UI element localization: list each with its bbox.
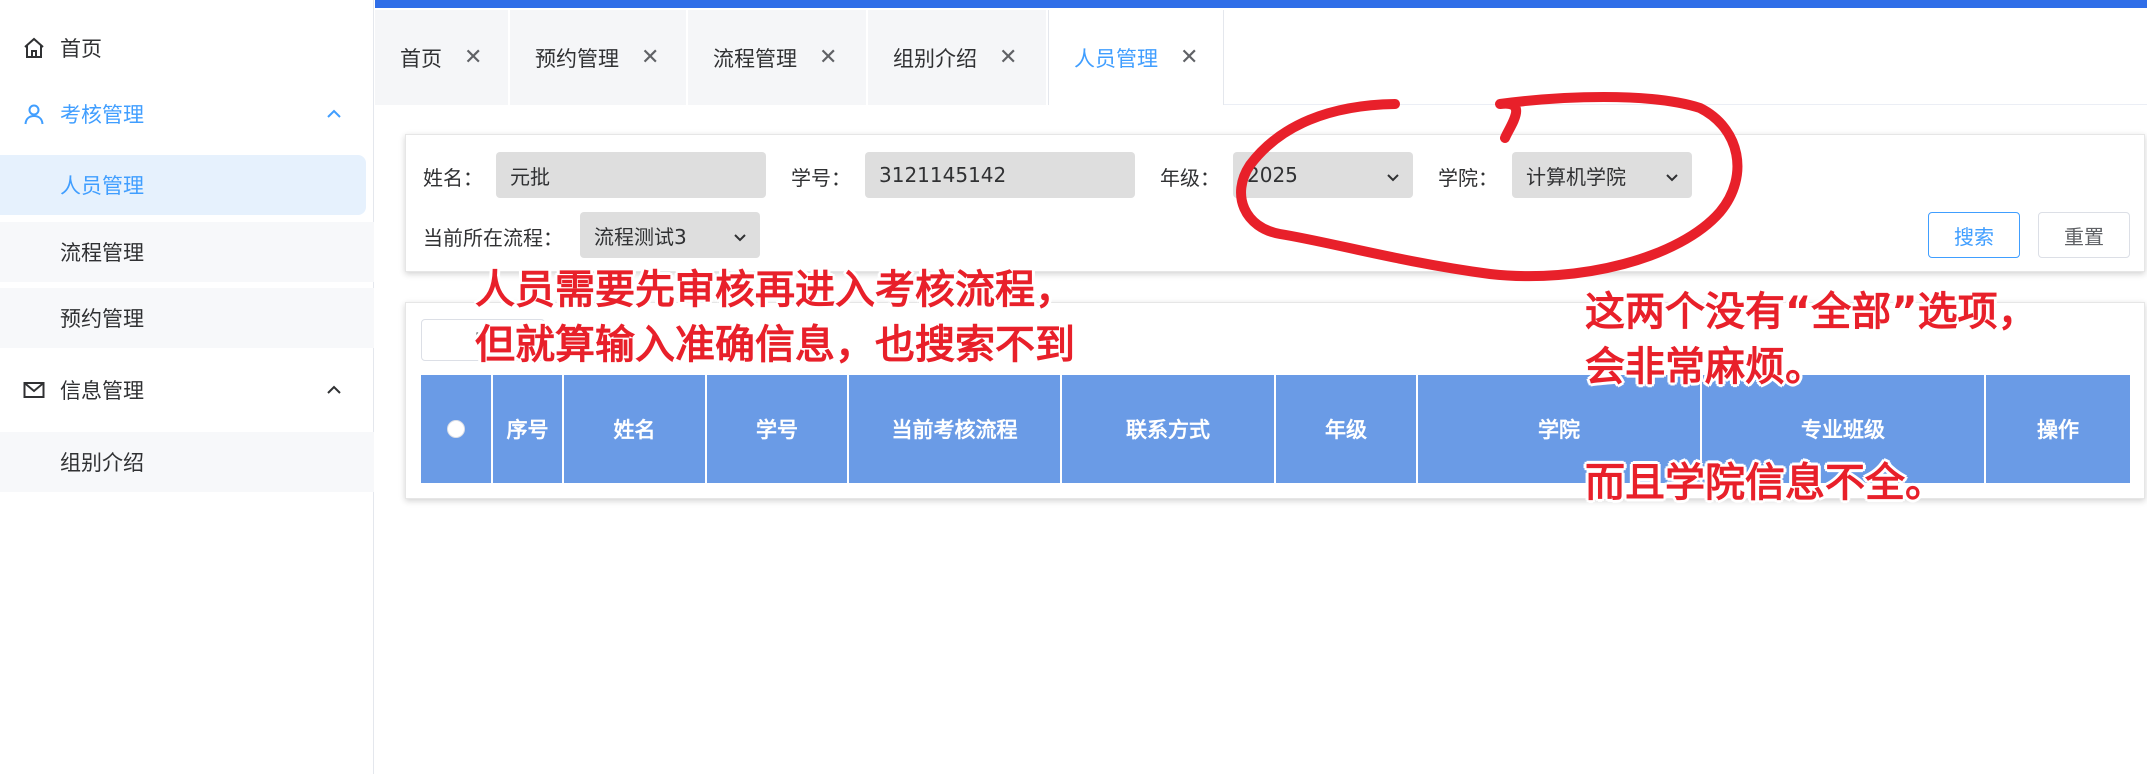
annotation-line: 这两个没有“全部”选项， [1585, 289, 2038, 335]
college-select-value: 计算机学院 [1526, 164, 1626, 189]
column-header: 当前考核流程 [849, 375, 1062, 483]
close-icon[interactable]: ✕ [641, 45, 659, 70]
select-all-cell[interactable] [421, 375, 493, 483]
sidebar-item-label: 人员管理 [60, 174, 144, 198]
sidebar-item-label: 预约管理 [60, 307, 144, 331]
student-id-input[interactable]: 3121145142 [865, 152, 1135, 198]
close-icon[interactable]: ✕ [464, 45, 482, 70]
chevron-down-icon [732, 226, 748, 242]
process-select[interactable]: 流程测试3 [580, 212, 760, 258]
process-label: 当前所在流程： [423, 226, 563, 250]
annotation-line: 会非常麻烦。 [1585, 344, 1825, 390]
process-select-value: 流程测试3 [594, 224, 687, 249]
tab-label: 流程管理 [713, 46, 797, 71]
column-header: 姓名 [564, 375, 707, 483]
sidebar-item-process[interactable]: 流程管理 [0, 222, 374, 282]
annotation-line: 但就算输入准确信息，也搜索不到 [475, 322, 1075, 368]
tab-label: 预约管理 [535, 46, 619, 71]
sidebar-item-label: 首页 [60, 37, 102, 61]
sidebar-item-label: 流程管理 [60, 241, 144, 265]
sidebar-item-group-intro[interactable]: 组别介绍 [0, 432, 374, 492]
sidebar-item-personnel[interactable]: 人员管理 [0, 155, 366, 215]
sidebar-group-label: 信息管理 [60, 379, 144, 403]
column-header: 学号 [707, 375, 849, 483]
tab-divider [1224, 104, 2147, 105]
column-header: 联系方式 [1062, 375, 1276, 483]
user-icon [22, 102, 46, 126]
chevron-up-icon [324, 104, 344, 124]
select-all-radio[interactable] [447, 420, 465, 438]
sidebar: 首页 考核管理 人员管理 流程管理 预约管理 信息管理 组别介绍 [0, 0, 374, 774]
sidebar-group-assessment[interactable]: 考核管理 [0, 84, 374, 144]
tab-label: 人员管理 [1074, 46, 1158, 71]
tab-home[interactable]: 首页 ✕ [375, 10, 510, 105]
close-icon[interactable]: ✕ [1180, 45, 1198, 70]
sidebar-item-appointment[interactable]: 预约管理 [0, 288, 374, 348]
tab-group-intro[interactable]: 组别介绍 ✕ [868, 10, 1048, 105]
tab-label: 组别介绍 [893, 46, 977, 71]
close-icon[interactable]: ✕ [999, 45, 1017, 70]
top-accent-bar [375, 0, 2147, 8]
grade-select-value: 2025 [1247, 163, 1298, 187]
tab-personnel[interactable]: 人员管理 ✕ [1048, 10, 1224, 105]
chevron-up-icon [324, 380, 344, 400]
annotation-college-incomplete: 而且学院信息不全。 [1585, 456, 1945, 511]
tab-bar: 首页 ✕ 预约管理 ✕ 流程管理 ✕ 组别介绍 ✕ 人员管理 ✕ [375, 10, 1224, 105]
home-icon [22, 36, 46, 60]
annotation-line: 而且学院信息不全。 [1585, 460, 1945, 506]
sidebar-item-home[interactable]: 首页 [0, 18, 374, 78]
tab-appointment[interactable]: 预约管理 ✕ [510, 10, 688, 105]
mail-icon [22, 378, 46, 402]
tab-label: 首页 [400, 46, 442, 71]
sidebar-group-info[interactable]: 信息管理 [0, 360, 374, 420]
annotation-search-issue: 人员需要先审核再进入考核流程， 但就算输入准确信息，也搜索不到 [475, 263, 1075, 373]
college-select[interactable]: 计算机学院 [1512, 152, 1692, 198]
sidebar-item-label: 组别介绍 [60, 451, 144, 475]
chevron-down-icon [1664, 166, 1680, 182]
grade-select[interactable]: 2025 [1233, 152, 1413, 198]
search-button[interactable]: 搜索 [1928, 212, 2020, 258]
sidebar-group-label: 考核管理 [60, 103, 144, 127]
annotation-no-all-option: 这两个没有“全部”选项， 会非常麻烦。 [1585, 285, 2038, 395]
name-input[interactable]: 元批 [496, 152, 766, 198]
reset-button[interactable]: 重置 [2038, 212, 2130, 258]
column-header: 年级 [1276, 375, 1418, 483]
close-icon[interactable]: ✕ [819, 45, 837, 70]
name-label: 姓名： [423, 166, 483, 190]
column-header: 序号 [493, 375, 564, 483]
tab-process[interactable]: 流程管理 ✕ [688, 10, 868, 105]
chevron-down-icon [1385, 166, 1401, 182]
search-form: 姓名： 元批 学号： 3121145142 年级： 2025 学院： 计算机学院… [405, 134, 2145, 272]
college-label: 学院： [1438, 166, 1498, 190]
annotation-line: 人员需要先审核再进入考核流程， [475, 267, 1075, 313]
grade-label: 年级： [1160, 166, 1220, 190]
student-id-label: 学号： [791, 166, 851, 190]
